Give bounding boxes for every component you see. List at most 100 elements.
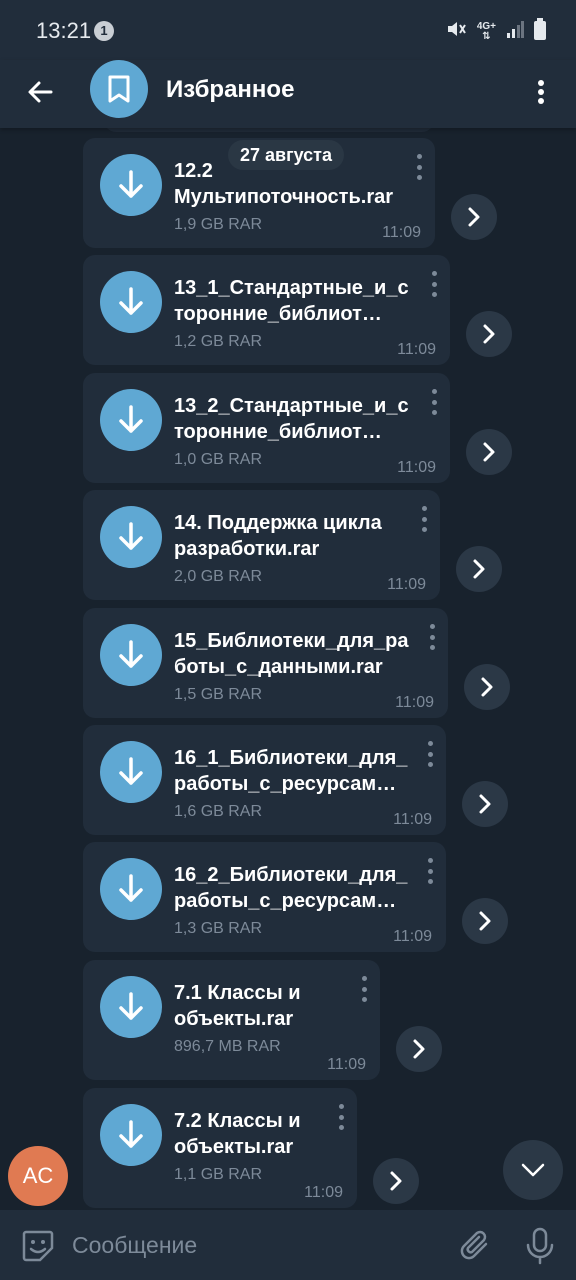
message-time: 11:09 [397,459,436,476]
arrow-left-icon [28,81,53,103]
forward-button[interactable] [466,429,512,475]
file-message[interactable]: 15_Библиотеки_для_ра боты_с_данными.rar 1… [83,608,448,718]
file-size: 1,6 GB RAR [174,803,263,820]
message-menu-button[interactable] [411,152,427,182]
message-menu-button[interactable] [416,504,432,534]
download-button[interactable] [100,858,162,920]
file-message[interactable]: 16_2_Библиотеки_для_ работы_с_ресурсам… 1… [83,842,446,952]
forward-button[interactable] [373,1158,419,1204]
forward-button[interactable] [451,194,497,240]
message-menu-button[interactable] [426,387,442,417]
chevron-right-icon [390,1171,402,1191]
file-name: 13_2_Стандартные_и_с торонние_библиот… [174,395,409,443]
file-name: 13_1_Стандартные_и_с торонние_библиот… [174,277,409,325]
file-message[interactable]: 7.2 Классы и объекты.rar 1,1 GB RAR 11:09 [83,1088,357,1208]
download-arrow-icon [119,1120,143,1148]
battery-icon [534,18,546,45]
message-menu-button[interactable] [333,1102,349,1132]
message-time: 11:09 [393,928,432,945]
sticker-icon [22,1230,54,1262]
file-message[interactable]: 13_2_Стандартные_и_с торонние_библиот… 1,… [83,373,450,483]
file-name: 16_2_Библиотеки_для_ работы_с_ресурсам… [174,864,408,912]
message-time: 11:09 [393,811,432,828]
attach-button[interactable] [458,1228,494,1264]
paperclip-icon [460,1230,488,1260]
forward-button[interactable] [396,1026,442,1072]
file-size: 1,2 GB RAR [174,333,263,350]
emoji-button[interactable] [20,1228,56,1264]
download-button[interactable] [100,976,162,1038]
voice-button[interactable] [522,1226,558,1266]
status-bar: 13:21 1 4G+ ⇅ [0,0,576,60]
network-label: 4G+ [476,20,496,32]
chevron-right-icon [473,559,485,579]
file-name: 14. Поддержка цикла разработки.rar [174,512,382,560]
forward-button[interactable] [462,781,508,827]
status-icons: 4G+ ⇅ [445,18,546,45]
download-button[interactable] [100,506,162,568]
message-time: 11:09 [304,1184,343,1201]
message-time: 11:09 [327,1056,366,1073]
message-menu-button[interactable] [426,269,442,299]
chat-header: Избранное [0,60,576,128]
network-icon: 4G+ ⇅ [476,20,496,42]
file-size: 1,5 GB RAR [174,686,263,703]
download-button[interactable] [100,154,162,216]
download-button[interactable] [100,741,162,803]
chevron-right-icon [483,324,495,344]
forward-button[interactable] [456,546,502,592]
forward-button[interactable] [462,898,508,944]
file-message[interactable]: 7.1 Классы и объекты.rar 896,7 MB RAR 11:0… [83,960,380,1080]
mute-icon [445,18,467,45]
message-menu-button[interactable] [424,622,440,652]
forward-button[interactable] [466,311,512,357]
forward-button[interactable] [464,664,510,710]
back-button[interactable] [20,72,60,112]
more-menu-button[interactable] [524,72,558,112]
chevron-right-icon [481,677,493,697]
download-arrow-icon [119,522,143,550]
download-arrow-icon [119,992,143,1020]
file-message[interactable]: 13_1_Стандартные_и_с торонние_библиот… 1,… [83,255,450,365]
download-button[interactable] [100,1104,162,1166]
message-menu-button[interactable] [356,974,372,1004]
file-size: 1,0 GB RAR [174,451,263,468]
download-arrow-icon [119,287,143,315]
download-arrow-icon [119,874,143,902]
date-chip: 27 августа [228,140,344,170]
download-button[interactable] [100,624,162,686]
chat-avatar[interactable] [90,60,148,118]
message-input[interactable] [72,1224,442,1266]
chevron-right-icon [483,442,495,462]
chevron-down-icon [521,1163,545,1177]
file-size: 1,3 GB RAR [174,920,263,937]
sender-avatar[interactable]: AC [8,1146,68,1206]
file-message[interactable]: 14. Поддержка цикла разработки.rar 2,0 GB… [83,490,440,600]
chevron-right-icon [468,207,480,227]
file-size: 2,0 GB RAR [174,568,263,585]
message-time: 11:09 [382,224,421,241]
download-button[interactable] [100,389,162,451]
download-arrow-icon [119,170,143,198]
download-arrow-icon [119,640,143,668]
message-menu-button[interactable] [422,739,438,769]
file-size: 1,1 GB RAR [174,1166,263,1183]
download-arrow-icon [119,757,143,785]
file-message[interactable]: 16_1_Библиотеки_для_ работы_с_ресурсам… 1… [83,725,446,835]
file-name: 16_1_Библиотеки_для_ работы_с_ресурсам… [174,747,408,795]
scroll-down-button[interactable] [503,1140,563,1200]
message-time: 11:09 [397,341,436,358]
message-list[interactable]: 27 августа 12.2 Мультипоточность.rar 1,9 … [0,128,576,1210]
file-name: 7.2 Классы и объекты.rar [174,1110,301,1158]
bookmark-icon [108,75,130,103]
microphone-icon [526,1227,554,1265]
status-time: 13:21 [36,18,92,43]
message-time: 11:09 [395,694,434,711]
file-name: 15_Библиотеки_для_ра боты_с_данными.rar [174,630,409,678]
previous-message-edge [104,128,434,132]
message-time: 11:09 [387,576,426,593]
message-menu-button[interactable] [422,856,438,886]
download-button[interactable] [100,271,162,333]
signal-icon [506,19,524,44]
chat-title[interactable]: Избранное [166,76,294,104]
